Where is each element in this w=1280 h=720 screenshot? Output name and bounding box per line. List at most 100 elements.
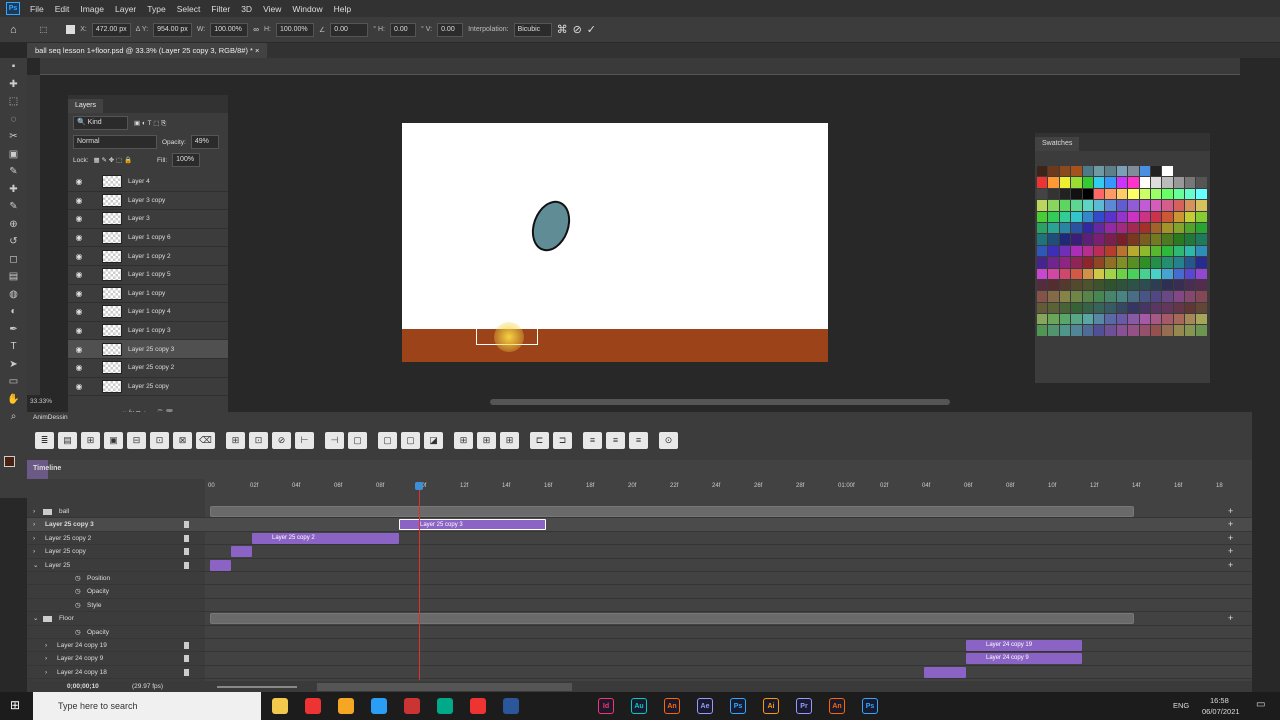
type-tool[interactable]: T xyxy=(0,338,27,356)
swatch[interactable] xyxy=(1059,234,1071,245)
film-icon[interactable] xyxy=(184,655,189,663)
brush-tool[interactable]: ✎ xyxy=(0,198,27,216)
canvas-scrollbar[interactable] xyxy=(490,399,950,405)
animdessin-tool-button[interactable]: ⊏ xyxy=(530,432,549,449)
layer-row[interactable]: ◉ Layer 3 xyxy=(68,210,228,229)
animdessin-tool-button[interactable]: ⊘ xyxy=(272,432,291,449)
swatch[interactable] xyxy=(1082,302,1093,314)
swatch[interactable] xyxy=(1082,166,1093,177)
zoom-slider[interactable] xyxy=(217,686,297,688)
animdessin-tool-button[interactable]: ≡ xyxy=(606,432,625,449)
swatch[interactable] xyxy=(1105,314,1116,325)
commit-icon[interactable]: ✓ xyxy=(587,23,596,36)
gradient-tool[interactable]: ▤ xyxy=(0,268,27,286)
taskbar-app-pr[interactable]: Pr xyxy=(796,698,812,714)
taskbar-search[interactable]: Type here to search xyxy=(33,692,261,720)
swatch[interactable] xyxy=(1105,291,1116,302)
lock-icons[interactable]: ▦ ✎ ✥ ⬚ 🔒 xyxy=(94,156,133,164)
swatch[interactable] xyxy=(1082,279,1093,291)
swatch[interactable] xyxy=(1082,245,1093,257)
swatch[interactable] xyxy=(1037,291,1048,302)
swatch[interactable] xyxy=(1173,291,1185,302)
swatch[interactable] xyxy=(1185,314,1196,325)
swatch[interactable] xyxy=(1037,222,1048,234)
taskbar-app-an[interactable]: An xyxy=(829,698,845,714)
swatch[interactable] xyxy=(1139,268,1150,279)
healing-tool[interactable]: ✚ xyxy=(0,181,27,199)
swatch[interactable] xyxy=(1071,325,1082,336)
link-icon[interactable]: ∞ xyxy=(253,25,259,34)
add-track-icon[interactable]: + xyxy=(1228,518,1233,531)
height-field[interactable]: 100.00% xyxy=(275,22,314,37)
frame-tool[interactable]: ▣ xyxy=(0,146,27,164)
swatch[interactable] xyxy=(1071,279,1082,291)
timeline-scrollbar[interactable] xyxy=(317,683,572,691)
swatch[interactable] xyxy=(1105,325,1116,336)
swatch[interactable] xyxy=(1082,268,1093,279)
swatch[interactable] xyxy=(1116,314,1128,325)
swatch[interactable] xyxy=(1196,291,1207,302)
swatch[interactable] xyxy=(1139,211,1150,222)
swatch[interactable] xyxy=(1105,234,1116,245)
swatch[interactable] xyxy=(1059,200,1071,211)
swatch[interactable] xyxy=(1128,268,1139,279)
swatch[interactable] xyxy=(1093,234,1105,245)
animdessin-tool-button[interactable]: ▣ xyxy=(104,432,123,449)
menu-edit[interactable]: Edit xyxy=(55,4,70,14)
history-brush-tool[interactable]: ↺ xyxy=(0,233,27,251)
add-track-icon[interactable]: + xyxy=(1228,545,1233,558)
swatch[interactable] xyxy=(1173,211,1185,222)
swatch[interactable] xyxy=(1173,268,1185,279)
swatch[interactable] xyxy=(1128,245,1139,257)
clock-date[interactable]: 06/07/2021 xyxy=(1202,707,1240,716)
swatch[interactable] xyxy=(1185,291,1196,302)
swatch[interactable] xyxy=(1037,200,1048,211)
swatch[interactable] xyxy=(1196,325,1207,336)
language-indicator[interactable]: ENG xyxy=(1173,701,1189,710)
animdessin-tab[interactable]: AnimDessin xyxy=(33,414,68,421)
swatch[interactable] xyxy=(1116,222,1128,234)
swatch[interactable] xyxy=(1128,166,1139,177)
animdessin-tool-button[interactable]: ▢ xyxy=(401,432,420,449)
swatch[interactable] xyxy=(1071,188,1082,200)
chevron-icon[interactable]: › xyxy=(45,666,47,679)
swatch[interactable] xyxy=(1150,177,1162,188)
layer-row[interactable]: ◉ Layer 1 copy 6 xyxy=(68,229,228,248)
fill-field[interactable]: 100% xyxy=(172,153,201,167)
swatch[interactable] xyxy=(1162,279,1173,291)
track-row[interactable]: ◷ Position xyxy=(27,572,1252,586)
notifications-icon[interactable]: ▭ xyxy=(1256,699,1265,710)
swatch[interactable] xyxy=(1128,325,1139,336)
hskew-field[interactable]: 0.00 xyxy=(389,22,416,37)
swatch[interactable] xyxy=(1048,279,1059,291)
layer-row[interactable]: ◉ Layer 1 copy 4 xyxy=(68,303,228,322)
swatch[interactable] xyxy=(1116,279,1128,291)
swatch[interactable] xyxy=(1116,291,1128,302)
animdessin-tool-button[interactable]: ⊞ xyxy=(477,432,496,449)
clip[interactable]: Layer 25 copy 2 xyxy=(252,532,399,544)
taskbar-app-icon[interactable] xyxy=(437,698,453,714)
blend-mode-select[interactable]: Normal xyxy=(73,135,157,149)
stopwatch-icon[interactable]: ◷ xyxy=(75,599,81,612)
swatch[interactable] xyxy=(1196,268,1207,279)
swatch[interactable] xyxy=(1071,211,1082,222)
pen-tool[interactable]: ✒ xyxy=(0,321,27,339)
layer-row[interactable]: ◉ Layer 1 copy xyxy=(68,285,228,304)
swatch[interactable] xyxy=(1116,166,1128,177)
zoom-tool[interactable]: ⌕ xyxy=(0,408,27,426)
swatch[interactable] xyxy=(1196,211,1207,222)
swatch[interactable] xyxy=(1173,222,1185,234)
swatch[interactable] xyxy=(1105,211,1116,222)
swatch[interactable] xyxy=(1128,291,1139,302)
dodge-tool[interactable]: ◐ xyxy=(0,303,27,321)
swatch[interactable] xyxy=(1048,222,1059,234)
swatch[interactable] xyxy=(1093,325,1105,336)
swatch[interactable] xyxy=(1082,222,1093,234)
swatch[interactable] xyxy=(1173,245,1185,257)
playhead-handle[interactable] xyxy=(415,482,423,490)
swatch[interactable] xyxy=(1139,302,1150,314)
animdessin-tool-button[interactable]: ▤ xyxy=(58,432,77,449)
taskbar-app-icon[interactable] xyxy=(404,698,420,714)
swatch[interactable] xyxy=(1173,188,1185,200)
track-row[interactable]: › Layer 25 copy 2 + xyxy=(27,532,1252,546)
